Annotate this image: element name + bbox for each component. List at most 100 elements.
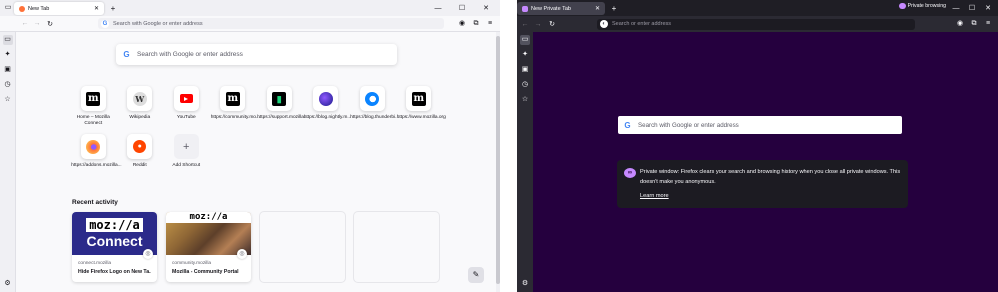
- tab-new-tab[interactable]: New Tab ✕: [14, 2, 104, 15]
- youtube-icon: [179, 94, 193, 103]
- shortcut-reddit[interactable]: ● Reddit: [117, 134, 164, 169]
- close-tab-icon[interactable]: ✕: [94, 5, 99, 12]
- shortcut-wikipedia[interactable]: W Wikipedia: [117, 86, 164, 127]
- shortcut-label: https://blog.nightly.m...: [303, 115, 352, 120]
- search-placeholder: Search with Google or enter address: [137, 51, 243, 58]
- card-site: connect.mozilla: [78, 261, 112, 266]
- firefox-icon: [19, 5, 25, 12]
- ai-chatbot-icon[interactable]: ✦: [520, 50, 530, 60]
- shortcut-label: https://blog.thunderbi...: [350, 115, 400, 120]
- shortcut-mozilla-org[interactable]: m https://www.mozilla.org: [396, 86, 446, 127]
- window-controls: — ☐ ✕: [426, 0, 498, 16]
- history-icon[interactable]: ◷: [520, 80, 530, 90]
- menu-icon[interactable]: ≡: [484, 18, 496, 30]
- new-tab-button[interactable]: +: [609, 4, 619, 13]
- shortcut-label: Reddit: [132, 163, 147, 168]
- maximize-icon[interactable]: ☐: [450, 4, 474, 12]
- add-shortcut-button[interactable]: + Add Shortcut: [163, 134, 210, 169]
- bookmark-icon[interactable]: ◎: [237, 249, 247, 259]
- shortcut-blog-nightly[interactable]: https://blog.nightly.m...: [303, 86, 352, 127]
- thunderbird-icon: [365, 91, 380, 106]
- forward-icon[interactable]: →: [531, 21, 545, 28]
- card-site: community.mozilla: [172, 261, 212, 266]
- synced-tabs-icon[interactable]: ▣: [3, 65, 13, 75]
- list-all-tabs-icon[interactable]: ▭: [4, 4, 12, 12]
- customize-sidebar-icon[interactable]: ⚙: [3, 279, 13, 289]
- back-icon[interactable]: ←: [518, 21, 532, 28]
- menu-icon[interactable]: ≡: [982, 18, 994, 30]
- empty-card-placeholder: [354, 212, 439, 282]
- private-search-box[interactable]: G Search with Google or enter address: [618, 116, 902, 134]
- shortcut-blog-thunderbird[interactable]: https://blog.thunderbi...: [349, 86, 400, 127]
- sidebar-toggle-icon[interactable]: ▭: [2, 35, 13, 45]
- url-bar[interactable]: ◐ Search or enter address: [597, 18, 915, 30]
- customize-sidebar-icon[interactable]: ⚙: [520, 279, 530, 289]
- nav-bar: ← → ↻ G Search with Google or enter addr…: [0, 16, 500, 32]
- mozilla-support-icon: ▮: [272, 91, 287, 106]
- url-placeholder: Search or enter address: [612, 21, 672, 27]
- shortcut-mozilla-connect[interactable]: m Home – Mozilla Connect: [70, 86, 117, 127]
- shortcut-label: YouTube: [176, 115, 196, 120]
- private-info-text: Private window: Firefox clears your sear…: [640, 169, 901, 185]
- sidebar-toggle-icon[interactable]: ▭: [520, 35, 530, 45]
- empty-card-placeholder: [260, 212, 345, 282]
- close-window-icon[interactable]: ✕: [474, 4, 498, 12]
- private-browser-window: New Private Tab ✕ + Private browsing — ☐…: [517, 0, 998, 292]
- customize-pencil-icon[interactable]: ✎: [468, 267, 484, 283]
- card-thumbnail: moz://a: [166, 212, 251, 255]
- bookmarks-icon[interactable]: ☆: [3, 95, 13, 105]
- normal-browser-window: ▭ New Tab ✕ + — ☐ ✕ ← → ↻ G Search with …: [0, 0, 500, 292]
- recent-card[interactable]: moz://a Connect ◎ connect.mozilla Hide F…: [72, 212, 157, 282]
- shortcut-label: https://support.mozilla...: [257, 115, 308, 120]
- thumb-logo-text: moz://a: [166, 212, 251, 223]
- card-thumbnail: moz://a Connect: [72, 212, 157, 255]
- forward-icon[interactable]: →: [30, 20, 44, 27]
- tab-label: New Private Tab: [531, 5, 571, 12]
- newtab-search-box[interactable]: G Search with Google or enter address: [116, 44, 397, 65]
- close-tab-icon[interactable]: ✕: [595, 5, 600, 12]
- history-icon[interactable]: ◷: [3, 80, 13, 90]
- shortcut-youtube[interactable]: YouTube: [163, 86, 210, 127]
- ai-chatbot-icon[interactable]: ✦: [3, 50, 13, 60]
- shortcut-support-mozilla[interactable]: ▮ https://support.mozilla...: [256, 86, 308, 127]
- shortcut-addons-mozilla[interactable]: https://addons.mozilla...: [70, 134, 122, 169]
- account-icon[interactable]: ◉: [456, 18, 468, 30]
- extensions-icon[interactable]: ⧉: [968, 18, 980, 30]
- shortcut-label: https://addons.mozilla...: [71, 163, 122, 168]
- minimize-icon[interactable]: —: [426, 5, 450, 12]
- tab-strip: New Private Tab ✕ + Private browsing — ☐…: [517, 0, 998, 16]
- wikipedia-icon: W: [132, 91, 147, 106]
- reload-icon[interactable]: ↻: [43, 20, 57, 28]
- private-browsing-label: Private browsing: [907, 3, 946, 9]
- learn-more-link[interactable]: Learn more: [640, 193, 669, 199]
- account-icon[interactable]: ◉: [954, 18, 966, 30]
- bookmarks-icon[interactable]: ☆: [520, 95, 530, 105]
- tab-label: New Tab: [28, 5, 50, 12]
- nav-bar: ← → ↻ ◐ Search or enter address ◉ ⧉ ≡: [517, 16, 998, 32]
- new-tab-button[interactable]: +: [108, 4, 118, 13]
- window-gap: [500, 0, 517, 292]
- shortcut-label: Home – Mozilla Connect: [76, 115, 110, 126]
- shortcut-label: https://community.mo...: [210, 115, 260, 120]
- google-icon: G: [123, 50, 130, 59]
- bookmark-icon[interactable]: ◎: [143, 249, 153, 259]
- tab-new-private-tab[interactable]: New Private Tab ✕: [517, 2, 605, 15]
- card-title: Hide Firefox Logo on New Ta...: [78, 269, 151, 275]
- sidebar: ▭ ✦ ▣ ◷ ☆ ⚙: [517, 32, 533, 292]
- extensions-icon[interactable]: ⧉: [470, 18, 482, 30]
- minimize-icon[interactable]: —: [948, 5, 964, 12]
- plus-icon: +: [183, 140, 190, 153]
- mozilla-m-icon: m: [411, 91, 426, 106]
- url-bar[interactable]: G Search with Google or enter address: [98, 18, 444, 29]
- recent-card[interactable]: moz://a ◎ community.mozilla Mozilla - Co…: [166, 212, 251, 282]
- synced-tabs-icon[interactable]: ▣: [520, 65, 530, 75]
- maximize-icon[interactable]: ☐: [964, 4, 980, 12]
- search-engine-icon: ◐: [600, 20, 608, 28]
- google-icon: G: [624, 120, 631, 130]
- shortcut-community-mozilla[interactable]: m https://community.mo...: [210, 86, 260, 127]
- firefox-icon: [86, 139, 101, 154]
- close-window-icon[interactable]: ✕: [980, 4, 996, 12]
- mozilla-m-icon: m: [225, 91, 240, 106]
- reload-icon[interactable]: ↻: [545, 20, 559, 28]
- card-title: Mozilla - Community Portal: [172, 269, 239, 275]
